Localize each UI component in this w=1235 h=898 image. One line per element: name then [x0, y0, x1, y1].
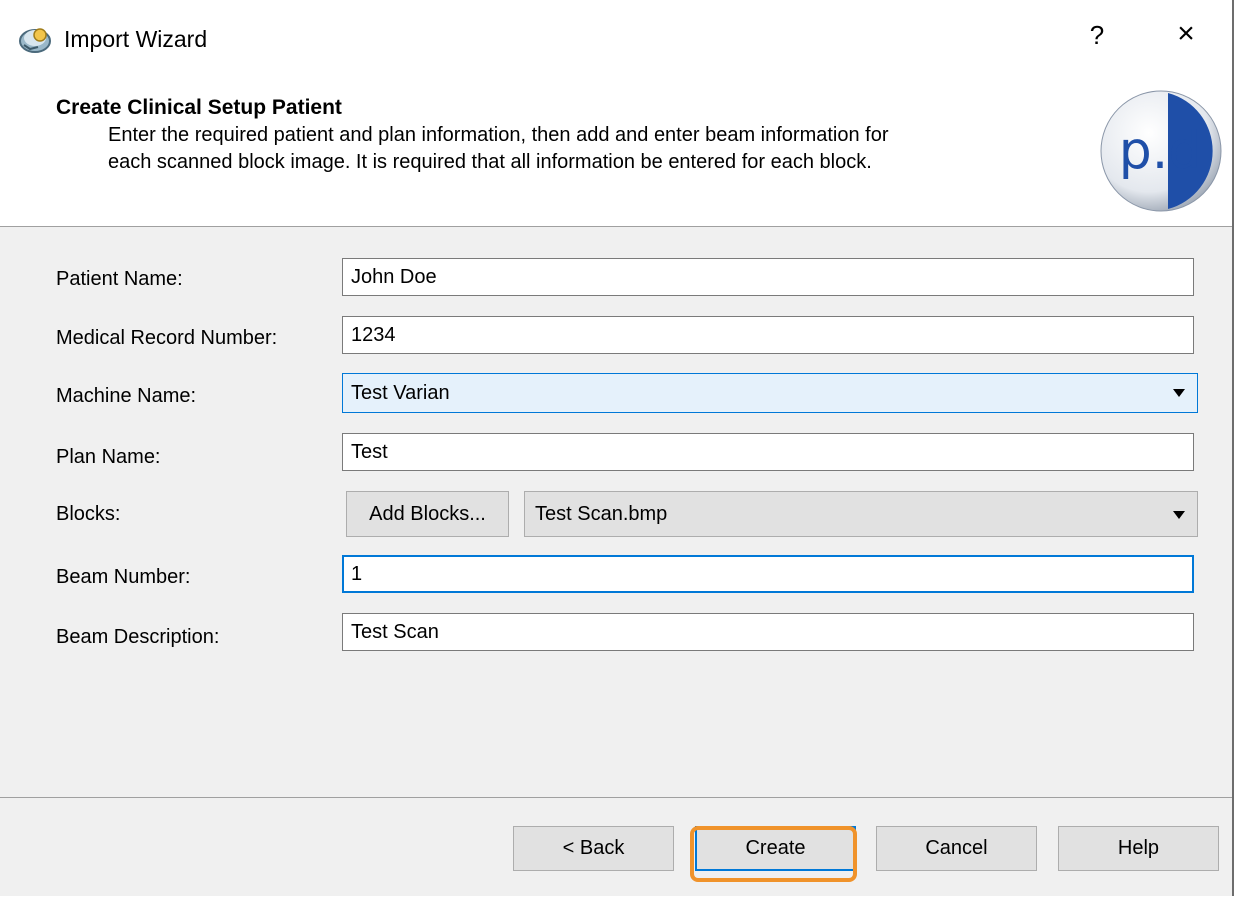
description-line-2: each scanned block image. It is required…	[108, 151, 872, 173]
create-button-highlight	[690, 826, 857, 882]
beam-description-label: Beam Description:	[56, 626, 220, 648]
plan-name-label: Plan Name:	[56, 446, 161, 468]
window-title: Import Wizard	[64, 26, 208, 52]
cancel-button[interactable]: Cancel	[876, 826, 1037, 871]
wizard-header: Create Clinical Setup Patient Enter the …	[0, 78, 1232, 227]
beam-number-input[interactable]: 1	[342, 555, 1194, 593]
import-wizard-window: Import Wizard ? × Create Clinical Setup …	[0, 0, 1234, 896]
close-button[interactable]: ×	[1170, 17, 1202, 51]
help-button[interactable]: Help	[1058, 826, 1219, 871]
plan-name-input[interactable]: Test	[342, 433, 1194, 471]
description-line-1: Enter the required patient and plan info…	[108, 124, 889, 146]
pd-logo: p.d	[1100, 90, 1222, 212]
add-blocks-button[interactable]: Add Blocks...	[346, 491, 509, 537]
machine-name-label: Machine Name:	[56, 385, 197, 407]
blocks-dropdown[interactable]: Test Scan.bmp	[524, 491, 1198, 537]
page-description: Enter the required patient and plan info…	[108, 122, 1088, 176]
wizard-footer: < Back Create Cancel Help	[0, 798, 1232, 896]
mrn-label: Medical Record Number:	[56, 327, 278, 349]
machine-name-dropdown[interactable]: Test Varian	[342, 373, 1198, 413]
form-area: Patient Name: John Doe Medical Record Nu…	[0, 227, 1232, 798]
title-bar: Import Wizard ? ×	[0, 0, 1232, 78]
import-wizard-icon	[19, 28, 51, 53]
chevron-down-icon	[1173, 511, 1185, 519]
machine-name-value: Test Varian	[351, 382, 450, 404]
blocks-selected-value: Test Scan.bmp	[535, 503, 668, 525]
help-title-button[interactable]: ?	[1085, 20, 1109, 51]
chevron-down-icon	[1173, 389, 1185, 397]
beam-number-label: Beam Number:	[56, 566, 191, 588]
logo-text: p.d	[1119, 121, 1202, 181]
beam-description-input[interactable]: Test Scan	[342, 613, 1194, 651]
page-title: Create Clinical Setup Patient	[56, 96, 342, 119]
patient-name-input[interactable]: John Doe	[342, 258, 1194, 296]
mrn-input[interactable]: 1234	[342, 316, 1194, 354]
back-button[interactable]: < Back	[513, 826, 674, 871]
blocks-label: Blocks:	[56, 503, 121, 525]
patient-name-label: Patient Name:	[56, 268, 183, 290]
